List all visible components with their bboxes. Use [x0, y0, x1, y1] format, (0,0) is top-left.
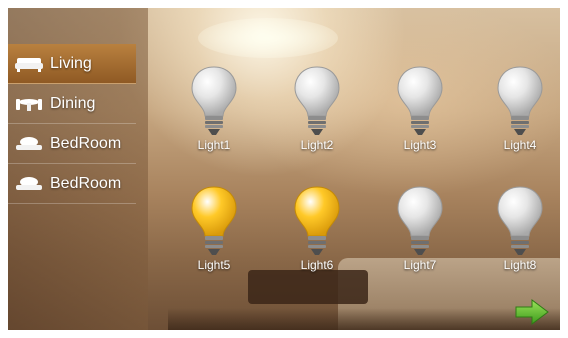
light-bulb-icon [191, 186, 237, 255]
light-label: Light1 [197, 138, 231, 152]
light-bulb-icon [294, 66, 340, 135]
sidebar-item-bedroom-1[interactable]: BedRoom [8, 124, 136, 164]
sidebar-item-bedroom-2[interactable]: BedRoom [8, 164, 136, 204]
light-7[interactable]: Light7 [389, 184, 451, 284]
bed-icon [14, 174, 44, 194]
dining-table-icon [14, 94, 44, 114]
light-8[interactable]: Light8 [489, 184, 551, 284]
light-4[interactable]: Light4 [489, 64, 551, 164]
light-bulb-icon [397, 66, 443, 135]
light-bulb-icon [397, 186, 443, 255]
background-ceiling-light [198, 18, 338, 58]
light-bulb-icon [191, 66, 237, 135]
light-1[interactable]: Light1 [183, 64, 245, 164]
arrow-right-icon [515, 299, 549, 325]
light-label: Light4 [503, 138, 537, 152]
device-frame: Living Dining BedRoom BedRoom Light1 Lig… [0, 0, 568, 338]
sidebar-item-label: Living [50, 54, 92, 72]
light-label: Light7 [403, 258, 437, 272]
room-sidebar: Living Dining BedRoom BedRoom [8, 44, 136, 204]
light-6[interactable]: Light6 [286, 184, 348, 284]
light-label: Light8 [503, 258, 537, 272]
light-bulb-icon [294, 186, 340, 255]
light-2[interactable]: Light2 [286, 64, 348, 164]
sidebar-item-label: BedRoom [50, 174, 122, 192]
background-floor [168, 308, 560, 330]
sidebar-item-label: BedRoom [50, 134, 122, 152]
bed-icon [14, 134, 44, 154]
light-label: Light6 [300, 258, 334, 272]
light-bulb-icon [497, 66, 543, 135]
light-label: Light2 [300, 138, 334, 152]
next-page-button[interactable] [514, 298, 550, 326]
sidebar-item-living[interactable]: Living [8, 44, 136, 84]
light-label: Light3 [403, 138, 437, 152]
sofa-icon [14, 54, 44, 74]
light-bulb-icon [497, 186, 543, 255]
sidebar-item-label: Dining [50, 94, 96, 112]
light-5[interactable]: Light5 [183, 184, 245, 284]
sidebar-item-dining[interactable]: Dining [8, 84, 136, 124]
light-label: Light5 [197, 258, 231, 272]
light-3[interactable]: Light3 [389, 64, 451, 164]
